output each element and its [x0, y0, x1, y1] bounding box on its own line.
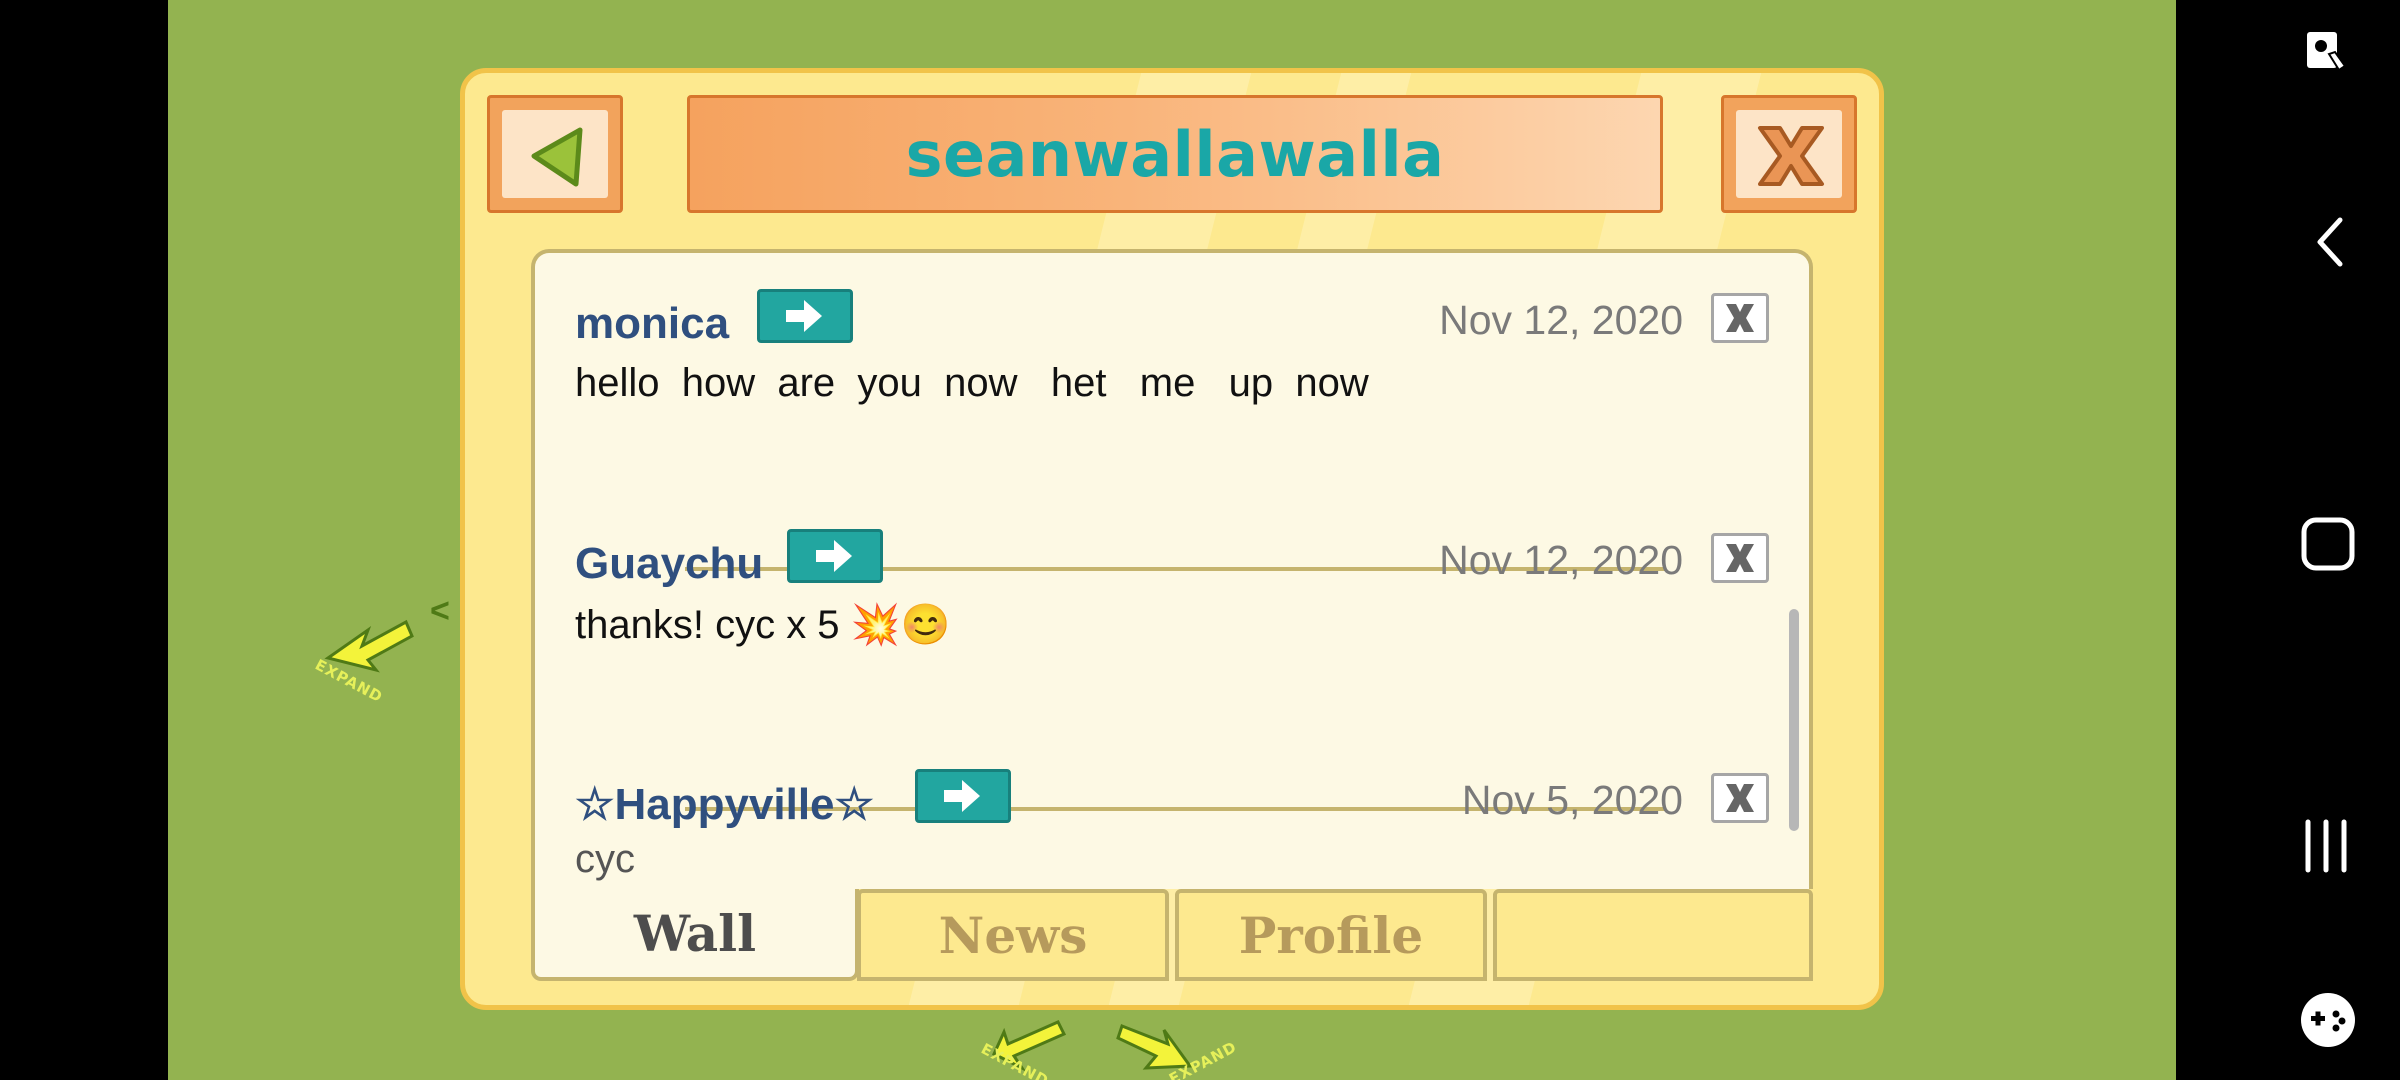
profile-owner-name: seanwallawalla [905, 117, 1445, 191]
x-icon [1726, 784, 1754, 812]
tab-wall[interactable]: Wall [531, 889, 859, 981]
post-author[interactable]: monica [575, 299, 729, 349]
back-triangle-icon [531, 127, 583, 187]
right-arrow-icon [816, 540, 852, 572]
recents-nav-icon[interactable] [2298, 816, 2358, 876]
tab-profile[interactable]: Profile [1175, 889, 1487, 981]
delete-post-button[interactable] [1711, 293, 1769, 343]
x-icon [1726, 544, 1754, 572]
tab-news[interactable]: News [857, 889, 1169, 981]
game-controller-icon[interactable] [2298, 990, 2358, 1050]
screen-capture-icon[interactable] [2299, 26, 2359, 86]
panel-tabs: Wall News Profile [531, 889, 1813, 985]
expand-arrow-south-west[interactable]: EXPAND [978, 1010, 1098, 1080]
home-nav-icon[interactable] [2298, 514, 2358, 574]
expand-arrow-west[interactable]: EXPAND [310, 600, 430, 706]
visit-button[interactable] [787, 529, 883, 583]
right-arrow-icon [786, 300, 822, 332]
close-x-icon [1758, 126, 1824, 186]
back-button[interactable] [487, 95, 623, 213]
post-date: Nov 5, 2020 [1461, 777, 1683, 823]
x-icon [1726, 304, 1754, 332]
left-letterbox [0, 0, 168, 1080]
expand-arrow-south-east[interactable]: EXPAND [1116, 1010, 1256, 1080]
visit-button[interactable] [757, 289, 853, 343]
tab-empty [1493, 889, 1813, 981]
post-date: Nov 12, 2020 [1439, 297, 1683, 343]
post-message: hello how are you now het me up now [575, 361, 1369, 405]
back-nav-icon[interactable] [2302, 212, 2362, 272]
post-author[interactable]: Guaychu [575, 539, 763, 589]
post-message: thanks! cyc x 5 💥😊 [575, 603, 951, 647]
wall-post-list[interactable]: monica Nov 12, 2020 hello how are you no… [531, 249, 1813, 889]
close-button[interactable] [1721, 95, 1857, 213]
wall-post: ☆Happyville☆ Nov 5, 2020 cyc [535, 733, 1809, 889]
post-date: Nov 12, 2020 [1439, 537, 1683, 583]
delete-post-button[interactable] [1711, 773, 1769, 823]
right-arrow-icon [944, 780, 980, 812]
scrollbar-thumb[interactable] [1789, 609, 1799, 831]
title-bar: seanwallawalla [687, 95, 1663, 213]
post-author[interactable]: ☆Happyville☆ [575, 779, 874, 830]
system-nav-bar [2176, 0, 2400, 1080]
wall-post: Guaychu Nov 12, 2020 thanks! cyc x 5 💥😊 [535, 493, 1809, 729]
friend-wall-panel: seanwallawalla monica Nov 12, 2020 hello… [460, 68, 1884, 1010]
post-message: cyc [575, 837, 635, 881]
map-marker: < [430, 592, 450, 630]
delete-post-button[interactable] [1711, 533, 1769, 583]
visit-button[interactable] [915, 769, 1011, 823]
wall-post: monica Nov 12, 2020 hello how are you no… [535, 253, 1809, 489]
